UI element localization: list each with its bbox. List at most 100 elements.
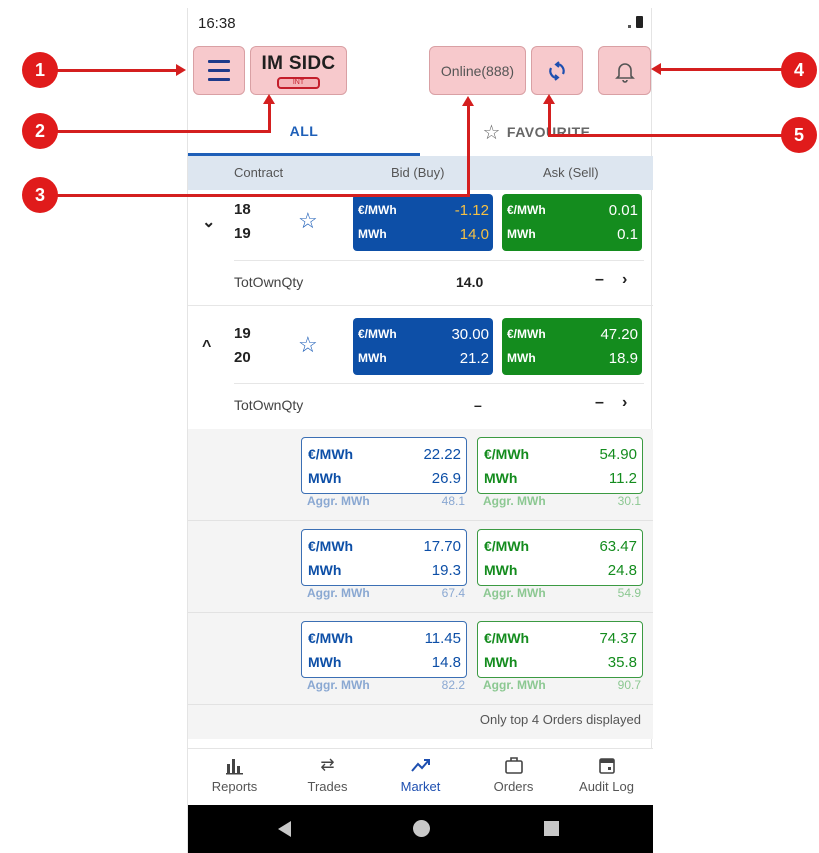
bar-chart-icon — [188, 755, 281, 779]
environment-badge: INT — [276, 76, 321, 89]
callout-arrowhead — [462, 96, 474, 106]
aggr-label: Aggr. MWh — [483, 586, 546, 600]
calendar-icon — [560, 755, 653, 779]
contract-to: 20 — [234, 349, 251, 366]
ask-aggr-value: 54.9 — [617, 586, 641, 600]
order-price-label: €/MWh — [308, 538, 354, 554]
ask-order-box[interactable]: €/MWh 74.37 MWh 35.8 — [477, 621, 643, 678]
callout-badge-4: 4 — [781, 52, 817, 88]
bid-order-qty: 26.9 — [431, 469, 461, 487]
menu-button[interactable] — [193, 46, 245, 95]
bid-qty: 14.0 — [459, 225, 489, 243]
own-quantity-row[interactable]: TotOwnQty 14.0 – › — [188, 261, 653, 305]
order-book-row[interactable]: €/MWh 17.70 MWh 19.3 €/MWh 63.47 MWh 24.8 Ag… — [188, 521, 653, 613]
order-price-label: €/MWh — [308, 630, 354, 646]
callout-line — [661, 68, 786, 71]
nav-audit-log[interactable]: Audit Log — [560, 755, 653, 794]
trending-up-icon — [374, 755, 467, 779]
bid-qty: 21.2 — [459, 349, 489, 367]
order-price-label: €/MWh — [484, 446, 530, 462]
battery-icon — [636, 16, 643, 28]
aggr-label: Aggr. MWh — [483, 494, 546, 508]
notifications-button[interactable] — [598, 46, 651, 95]
recent-apps-icon[interactable] — [544, 821, 559, 836]
ask-order-box[interactable]: €/MWh 63.47 MWh 24.8 — [477, 529, 643, 586]
order-book: €/MWh 22.22 MWh 26.9 €/MWh 54.90 MWh 11.2 Ag… — [188, 429, 653, 739]
divider — [188, 305, 653, 306]
bid-price: -1.12 — [454, 201, 489, 219]
callout-arrowhead — [543, 94, 555, 104]
ask-qty: 0.1 — [617, 225, 638, 243]
ask-order-price: 74.37 — [599, 629, 637, 647]
chevron-right-icon[interactable]: › — [622, 271, 627, 289]
nav-label: Audit Log — [579, 779, 634, 794]
own-qty-dash: – — [595, 394, 604, 411]
own-qty-value: 14.0 — [456, 274, 484, 290]
callout-badge-2: 2 — [22, 113, 58, 149]
bid-order-price: 11.45 — [424, 629, 461, 647]
nav-market[interactable]: Market — [374, 755, 467, 794]
own-quantity-row[interactable]: TotOwnQty – – › — [188, 384, 653, 428]
nav-label: Orders — [493, 779, 534, 794]
sync-button[interactable] — [531, 46, 583, 95]
aggr-label: Aggr. MWh — [307, 494, 370, 508]
environment-button[interactable]: IM SIDC INT — [250, 46, 347, 95]
bid-best-box[interactable]: €/MWh -1.12 MWh 14.0 — [353, 194, 493, 251]
column-bid: Bid (Buy) — [391, 165, 445, 180]
nav-label: Reports — [211, 779, 258, 794]
column-contract: Contract — [234, 165, 284, 180]
bid-price: 30.00 — [451, 325, 489, 343]
nav-orders[interactable]: Orders — [467, 755, 560, 794]
aggr-label: Aggr. MWh — [307, 586, 370, 600]
ask-aggr-value: 30.1 — [617, 494, 641, 508]
bid-qty-label: MWh — [358, 227, 387, 241]
bid-order-box[interactable]: €/MWh 17.70 MWh 19.3 — [301, 529, 467, 586]
chevron-up-icon[interactable]: ^ — [202, 338, 211, 356]
favourite-star-icon[interactable]: ☆ — [298, 208, 318, 234]
chevron-right-icon[interactable]: › — [622, 394, 627, 412]
callout-badge-1: 1 — [22, 52, 58, 88]
ask-order-price: 63.47 — [599, 537, 637, 555]
callout-line — [56, 69, 176, 72]
aggr-label: Aggr. MWh — [483, 678, 546, 692]
order-book-row[interactable]: €/MWh 11.45 MWh 14.8 €/MWh 74.37 MWh 35.8 Ag… — [188, 613, 653, 705]
order-qty-label: MWh — [484, 654, 518, 670]
nav-reports[interactable]: Reports — [188, 755, 281, 794]
bid-order-qty: 19.3 — [431, 561, 461, 579]
ask-order-box[interactable]: €/MWh 54.90 MWh 11.2 — [477, 437, 643, 494]
tab-favourite[interactable]: ☆ FAVOURITE — [420, 108, 653, 156]
nav-trades[interactable]: ⇄ Trades — [281, 755, 374, 794]
order-book-row[interactable]: €/MWh 22.22 MWh 26.9 €/MWh 54.90 MWh 11.2 Ag… — [188, 429, 653, 521]
contract-row[interactable]: ⌄ 18 19 ☆ €/MWh -1.12 MWh 14.0 €/MWh 0.01 M… — [188, 190, 653, 262]
briefcase-icon — [467, 755, 560, 779]
online-status-button[interactable]: Online(888) — [429, 46, 526, 95]
menu-icon — [208, 57, 230, 84]
bid-order-box[interactable]: €/MWh 22.22 MWh 26.9 — [301, 437, 467, 494]
own-qty-dash: – — [595, 271, 604, 288]
bid-order-box[interactable]: €/MWh 11.45 MWh 14.8 — [301, 621, 467, 678]
order-qty-label: MWh — [308, 562, 342, 578]
callout-arrowhead — [176, 64, 186, 76]
callout-line — [268, 103, 271, 133]
favourite-star-icon[interactable]: ☆ — [298, 332, 318, 358]
bell-icon — [614, 62, 635, 83]
bid-best-box[interactable]: €/MWh 30.00 MWh 21.2 — [353, 318, 493, 375]
own-qty-label: TotOwnQty — [234, 397, 304, 413]
callout-line — [56, 194, 470, 197]
own-qty-label: TotOwnQty — [234, 274, 304, 290]
ask-price: 47.20 — [600, 325, 638, 343]
contract-row[interactable]: ^ 19 20 ☆ €/MWh 30.00 MWh 21.2 €/MWh 47.20 … — [188, 314, 653, 386]
status-bar: 16:38 — [188, 8, 653, 38]
contract-to: 19 — [234, 225, 251, 242]
top-orders-note: Only top 4 Orders displayed — [479, 712, 641, 727]
ask-order-qty: 35.8 — [607, 653, 637, 671]
order-price-label: €/MWh — [484, 538, 530, 554]
chevron-down-icon[interactable]: ⌄ — [202, 212, 215, 232]
home-icon[interactable] — [413, 820, 430, 837]
ask-qty-label: MWh — [507, 351, 536, 365]
ask-best-box[interactable]: €/MWh 0.01 MWh 0.1 — [502, 194, 642, 251]
ask-best-box[interactable]: €/MWh 47.20 MWh 18.9 — [502, 318, 642, 375]
back-icon[interactable] — [278, 821, 291, 837]
bid-aggr-value: 48.1 — [441, 494, 465, 508]
column-header-row: Contract Bid (Buy) Ask (Sell) — [188, 156, 653, 190]
